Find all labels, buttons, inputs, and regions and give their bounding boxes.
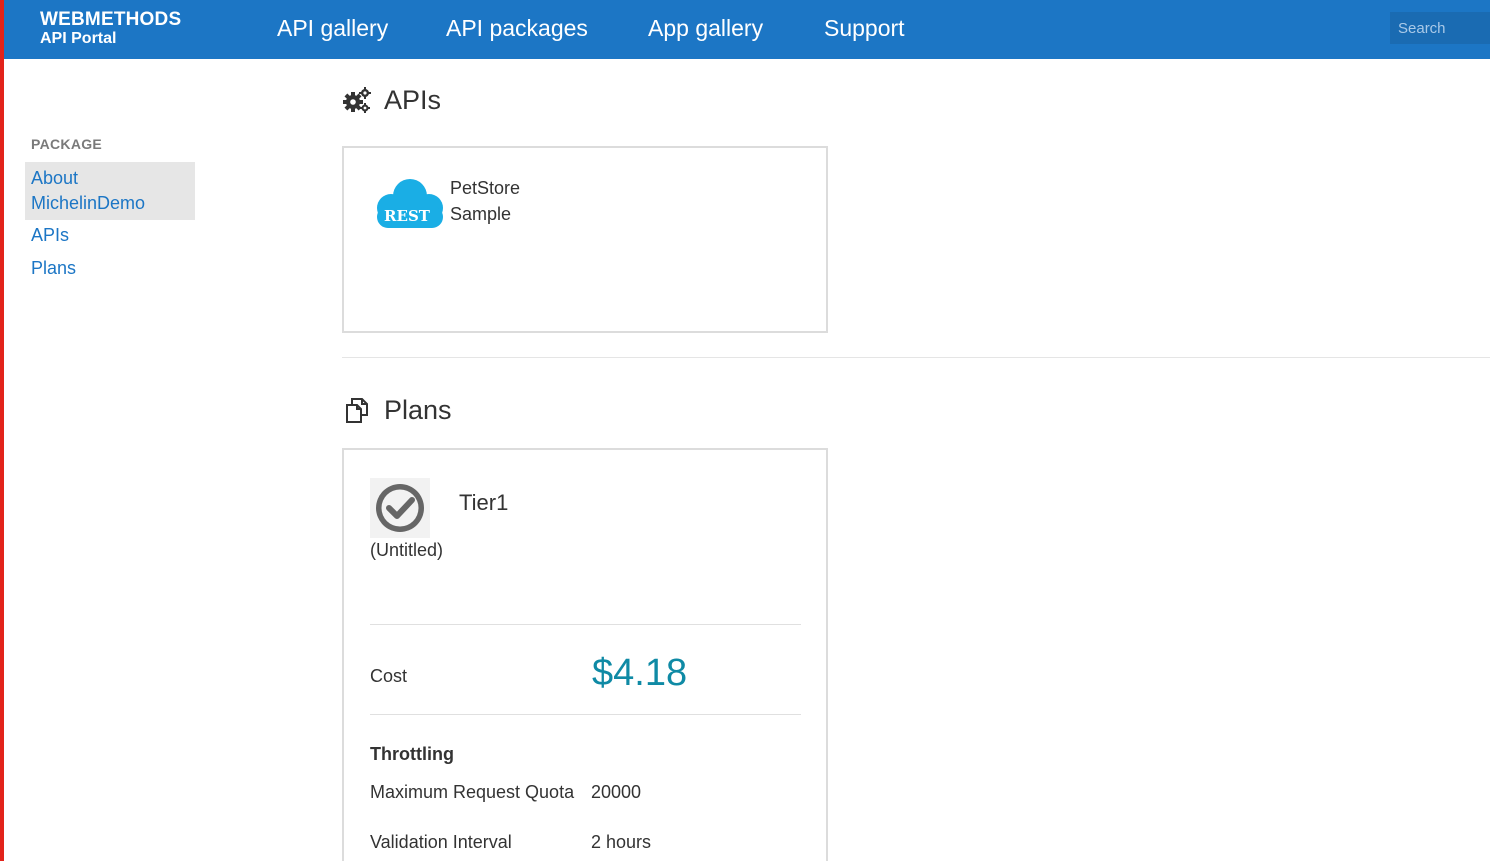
throttling-heading: Throttling: [370, 744, 454, 764]
search-input[interactable]: [1390, 12, 1490, 44]
nav-api-gallery[interactable]: API gallery: [277, 14, 388, 42]
brand-logo[interactable]: WEBMETHODS API Portal: [40, 9, 181, 48]
plan-divider: [370, 714, 801, 715]
apis-section-title: APIs: [342, 84, 441, 116]
api-card-petstore[interactable]: REST PetStore Sample: [342, 146, 828, 333]
api-name[interactable]: PetStore Sample: [450, 175, 570, 227]
section-divider: [342, 357, 1490, 358]
sidebar-item-plans[interactable]: Plans: [31, 256, 76, 281]
gears-icon: [342, 85, 372, 115]
plans-section-label: Plans: [384, 395, 452, 425]
api-name-line1: PetStore: [450, 178, 521, 198]
brand-name: WEBMETHODS: [40, 9, 182, 30]
throttle-row-value: 2 hours: [591, 832, 652, 852]
sidebar-item-about[interactable]: About MichelinDemo: [31, 166, 145, 216]
rest-cloud-icon: REST: [374, 176, 446, 232]
apis-section-label: APIs: [384, 85, 442, 115]
plan-icon-caption: (Untitled): [370, 540, 444, 560]
brand-subtitle: API Portal: [40, 30, 117, 47]
throttle-row-label: Validation Interval: [370, 832, 512, 852]
sidebar-item-apis[interactable]: APIs: [31, 223, 69, 248]
cost-label: Cost: [370, 666, 408, 686]
nav-support[interactable]: Support: [824, 14, 905, 42]
throttle-row-value: 20000: [591, 782, 642, 802]
plan-card-tier1: (Untitled) Tier1 Cost $4.18 Throttling M…: [342, 448, 828, 861]
top-navigation-bar: WEBMETHODS API Portal API gallery API pa…: [4, 0, 1490, 59]
copy-icon: [342, 395, 372, 425]
sidebar-item-about-line1: About: [31, 168, 79, 188]
cost-value: $4.18: [592, 652, 688, 694]
plan-name: Tier1: [459, 490, 509, 515]
rest-badge-text: REST: [384, 207, 431, 225]
check-circle-icon: [370, 478, 430, 538]
throttle-row-label: Maximum Request Quota: [370, 782, 575, 802]
sidebar-item-about-line2: MichelinDemo: [31, 193, 146, 213]
left-edge-accent: [0, 0, 4, 861]
sidebar-heading: PACKAGE: [31, 136, 103, 152]
plan-divider: [370, 624, 801, 625]
plans-section-title: Plans: [342, 394, 452, 426]
nav-api-packages[interactable]: API packages: [446, 14, 588, 42]
nav-app-gallery[interactable]: App gallery: [648, 14, 763, 42]
api-name-line2: Sample: [450, 204, 512, 224]
